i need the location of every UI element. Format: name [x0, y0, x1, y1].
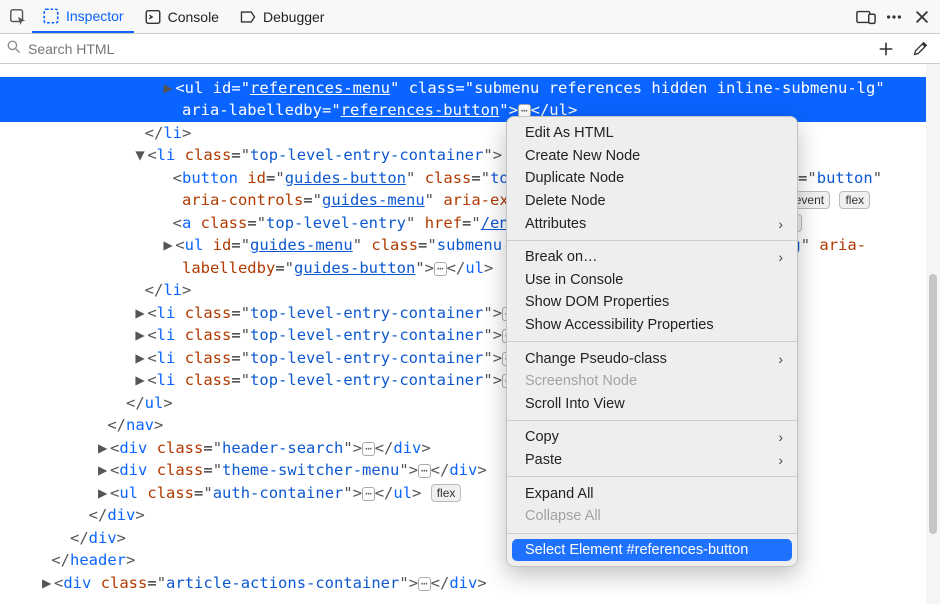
markup-row[interactable]: ▶<div class="theme-switcher-menu">⋯</div…: [0, 459, 940, 482]
ctx-paste[interactable]: Paste›: [507, 449, 797, 472]
tab-debugger[interactable]: Debugger: [229, 0, 335, 33]
ctx-show-dom-properties[interactable]: Show DOM Properties: [507, 291, 797, 314]
ctx-scroll-into-view[interactable]: Scroll Into View: [507, 393, 797, 416]
markup-row[interactable]: ▶<li class="top-level-entry-container">⋯…: [0, 347, 940, 370]
tab-console[interactable]: Console: [134, 0, 229, 33]
markup-panel: ▶<ul id="references-menu" class="submenu…: [0, 64, 940, 604]
markup-row[interactable]: ▶<li class="top-level-entry-container">⋯…: [0, 324, 940, 347]
ctx-attributes[interactable]: Attributes›: [507, 212, 797, 235]
selected-node-row[interactable]: ▶<ul id="references-menu" class="submenu…: [0, 77, 940, 100]
markup-row[interactable]: ▶<div class="article-actions-container">…: [0, 572, 940, 595]
markup-row[interactable]: <a class="top-level-entry" href="/en-US/…: [0, 212, 940, 235]
markup-row[interactable]: labelledby="guides-button">⋯</ul>: [0, 257, 940, 280]
markup-row[interactable]: ▶<li class="top-level-entry-container">⋯…: [0, 369, 940, 392]
ctx-use-in-console[interactable]: Use in Console: [507, 269, 797, 292]
chevron-right-icon: ›: [778, 249, 783, 265]
flex-badge[interactable]: flex: [839, 191, 870, 209]
selected-node-row[interactable]: aria-labelledby="references-button">⋯</u…: [0, 99, 940, 122]
ctx-separator: [507, 240, 797, 241]
ctx-screenshot-node: Screenshot Node: [507, 370, 797, 393]
pick-element-icon: [9, 8, 27, 26]
markup-row[interactable]: ▶<div class="header-search">⋯</div>: [0, 437, 940, 460]
search-icon: [6, 39, 22, 58]
chevron-right-icon: ›: [778, 452, 783, 468]
tab-inspector[interactable]: Inspector: [32, 0, 134, 33]
eyedropper-button[interactable]: [906, 35, 934, 63]
eyedropper-icon: [911, 40, 929, 58]
pick-element-button[interactable]: [4, 3, 32, 31]
ctx-separator: [507, 476, 797, 477]
markup-row[interactable]: </div>: [0, 527, 940, 550]
inspector-icon: [42, 7, 60, 25]
ctx-create-new-node[interactable]: Create New Node: [507, 145, 797, 168]
flex-badge[interactable]: flex: [431, 484, 462, 502]
markup-row[interactable]: ▼<li class="top-level-entry-container">: [0, 144, 940, 167]
markup-row[interactable]: </div>: [0, 504, 940, 527]
markup-row[interactable]: <button id="guides-button" class="top-le…: [0, 167, 940, 190]
chevron-right-icon: ›: [778, 216, 783, 232]
markup-row[interactable]: ▶<li class="top-level-entry-container">⋯…: [0, 302, 940, 325]
ctx-select-element[interactable]: Select Element #references-button: [512, 539, 792, 562]
tab-inspector-label: Inspector: [66, 8, 124, 24]
markup-row[interactable]: </header>: [0, 549, 940, 572]
tab-console-label: Console: [168, 9, 219, 25]
ctx-delete-node[interactable]: Delete Node: [507, 190, 797, 213]
vertical-scrollbar[interactable]: [926, 64, 940, 604]
debugger-icon: [239, 8, 257, 26]
close-icon: [913, 8, 931, 26]
markup-row[interactable]: </li>: [0, 279, 940, 302]
scrollbar-thumb[interactable]: [929, 274, 937, 534]
markup-row[interactable]: ▶<ul class="auth-container">⋯</ul> flex: [0, 482, 940, 505]
ctx-edit-as-html[interactable]: Edit As HTML: [507, 122, 797, 145]
plus-icon: [877, 40, 895, 58]
ctx-separator: [507, 341, 797, 342]
markup-row[interactable]: ▶<ul id="guides-menu" class="submenu gui…: [0, 234, 940, 257]
add-node-button[interactable]: [872, 35, 900, 63]
ctx-separator: [507, 533, 797, 534]
responsive-icon: [856, 9, 876, 25]
ctx-collapse-all: Collapse All: [507, 505, 797, 528]
devtools-toolbar: Inspector Console Debugger: [0, 0, 940, 34]
ctx-break-on[interactable]: Break on…›: [507, 246, 797, 269]
markup-search-bar: [0, 34, 940, 64]
ctx-copy[interactable]: Copy›: [507, 426, 797, 449]
meatball-icon: [885, 8, 903, 26]
ctx-change-pseudo-class[interactable]: Change Pseudo-class›: [507, 347, 797, 370]
search-input[interactable]: [28, 41, 866, 57]
responsive-design-button[interactable]: [852, 3, 880, 31]
console-icon: [144, 8, 162, 26]
markup-row[interactable]: </nav>: [0, 414, 940, 437]
node-context-menu: Edit As HTML Create New Node Duplicate N…: [506, 116, 798, 567]
ctx-duplicate-node[interactable]: Duplicate Node: [507, 167, 797, 190]
markup-row[interactable]: </li>: [0, 122, 940, 145]
chevron-right-icon: ›: [778, 351, 783, 367]
markup-row[interactable]: </ul>: [0, 392, 940, 415]
ctx-separator: [507, 420, 797, 421]
close-devtools-button[interactable]: [908, 3, 936, 31]
chevron-right-icon: ›: [778, 429, 783, 445]
meatball-menu-button[interactable]: [880, 3, 908, 31]
markup-row[interactable]: aria-controls="guides-menu" aria-expande…: [0, 189, 940, 212]
tab-debugger-label: Debugger: [263, 9, 325, 25]
ctx-show-accessibility-properties[interactable]: Show Accessibility Properties: [507, 314, 797, 337]
ctx-expand-all[interactable]: Expand All: [507, 482, 797, 505]
